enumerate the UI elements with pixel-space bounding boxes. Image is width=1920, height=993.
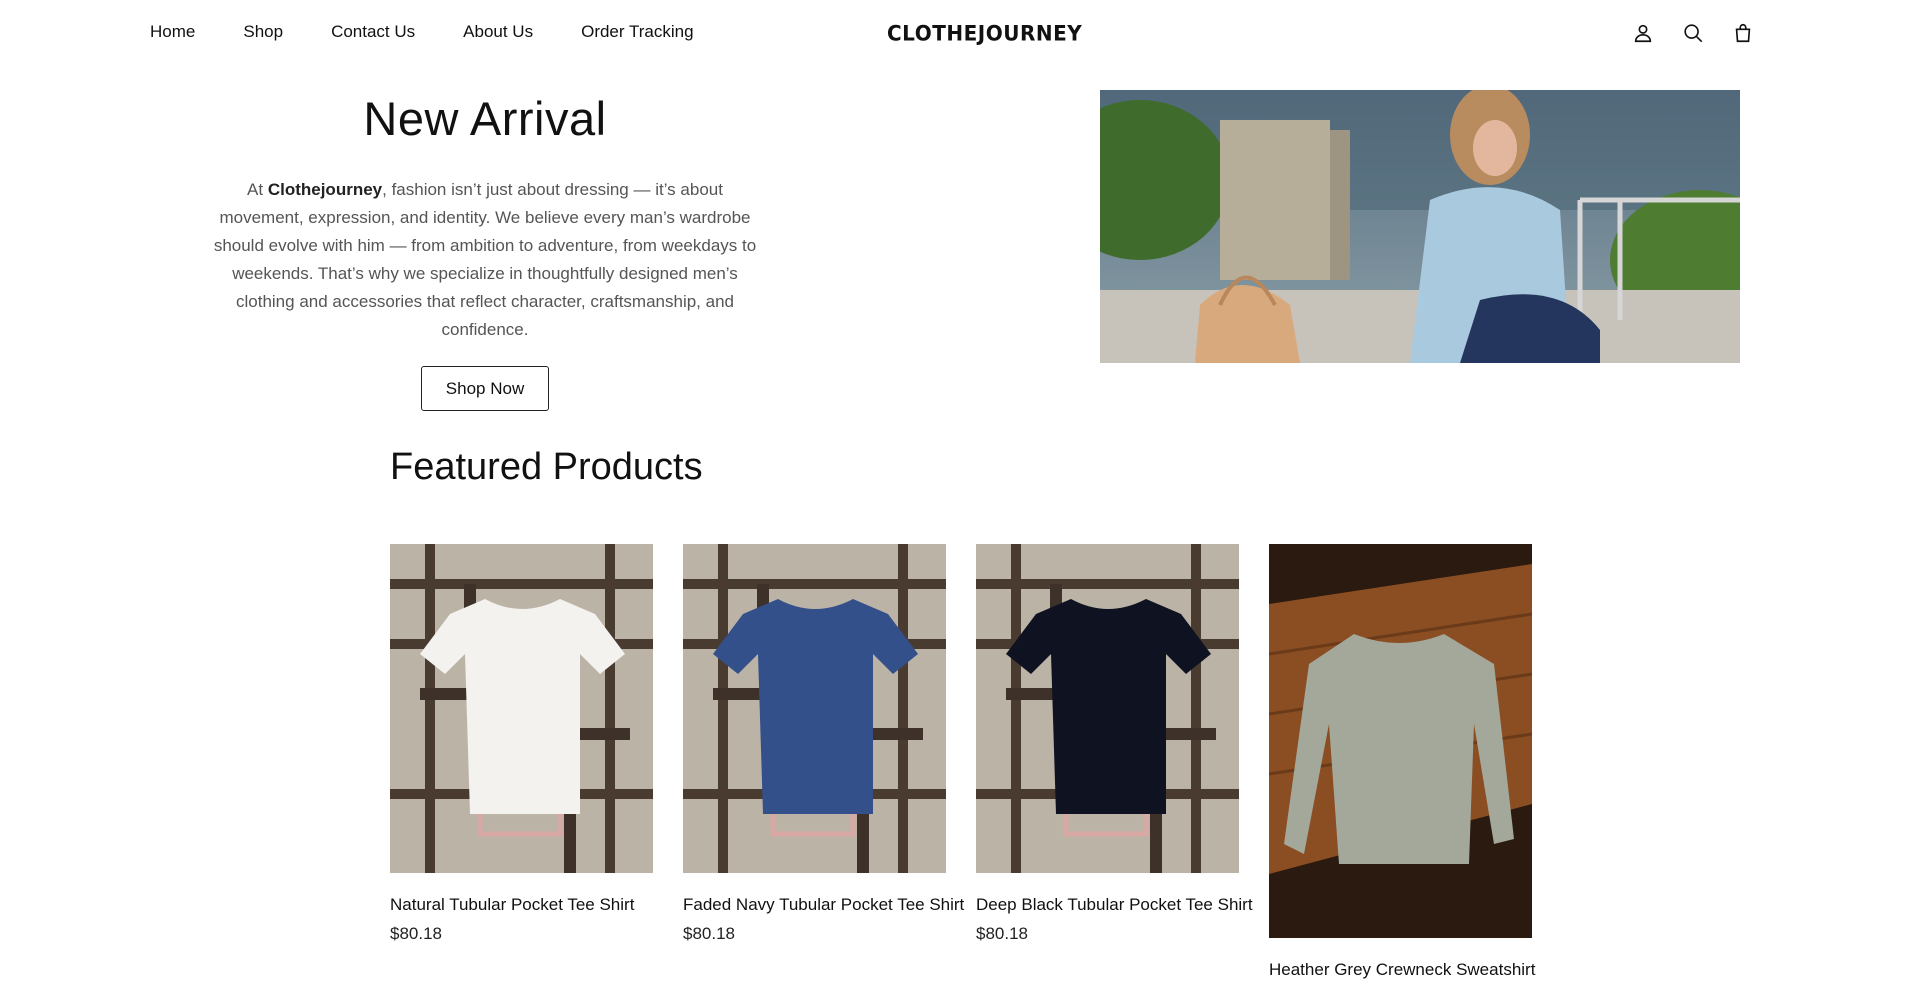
product-image[interactable]	[683, 544, 946, 873]
nav-home[interactable]: Home	[150, 22, 195, 42]
account-icon[interactable]	[1630, 20, 1656, 46]
cart-icon[interactable]	[1730, 20, 1756, 46]
hero-description: At Clothejourney, fashion isn’t just abo…	[210, 176, 760, 344]
product-price: $80.18	[683, 924, 735, 943]
site-logo[interactable]: CLOTHEJOURNEY	[887, 19, 1082, 46]
product-name[interactable]: Natural Tubular Pocket Tee Shirt	[390, 895, 653, 915]
product-card[interactable]: Heather Grey Crewneck Sweatshirt	[1269, 544, 1535, 980]
product-image[interactable]	[1269, 544, 1532, 938]
product-image[interactable]	[976, 544, 1239, 873]
nav-about-us[interactable]: About Us	[463, 22, 533, 42]
hero-title: New Arrival	[363, 92, 607, 145]
product-name[interactable]: Heather Grey Crewneck Sweatshirt	[1269, 960, 1535, 980]
product-price: $80.18	[390, 924, 442, 943]
hero-section: New Arrival At Clothejourney, fashion is…	[210, 84, 760, 411]
nav-contact-us[interactable]: Contact Us	[331, 22, 415, 42]
product-card[interactable]: Deep Black Tubular Pocket Tee Shirt $80.…	[976, 544, 1253, 944]
product-name[interactable]: Faded Navy Tubular Pocket Tee Shirt	[683, 895, 964, 915]
nav-order-tracking[interactable]: Order Tracking	[581, 22, 693, 42]
shop-now-button[interactable]: Shop Now	[420, 366, 550, 411]
hero-brand-name: Clothejourney	[267, 180, 383, 199]
hero-text-prefix: At	[247, 180, 268, 199]
hero-image	[1100, 90, 1740, 363]
product-price: $80.18	[976, 924, 1028, 943]
featured-products-title: Featured Products	[390, 446, 703, 488]
nav-shop[interactable]: Shop	[243, 22, 283, 42]
product-image[interactable]	[390, 544, 653, 873]
site-header: Home Shop Contact Us About Us Order Trac…	[0, 0, 1920, 70]
main-nav: Home Shop Contact Us About Us Order Trac…	[150, 22, 742, 42]
product-card[interactable]: Natural Tubular Pocket Tee Shirt $80.18	[390, 544, 653, 944]
hero-text-body: , fashion isn’t just about dressing — it…	[213, 180, 757, 339]
search-icon[interactable]	[1680, 20, 1706, 46]
product-card[interactable]: Faded Navy Tubular Pocket Tee Shirt $80.…	[683, 544, 964, 944]
product-name[interactable]: Deep Black Tubular Pocket Tee Shirt	[976, 895, 1253, 915]
header-icons	[1630, 20, 1780, 46]
